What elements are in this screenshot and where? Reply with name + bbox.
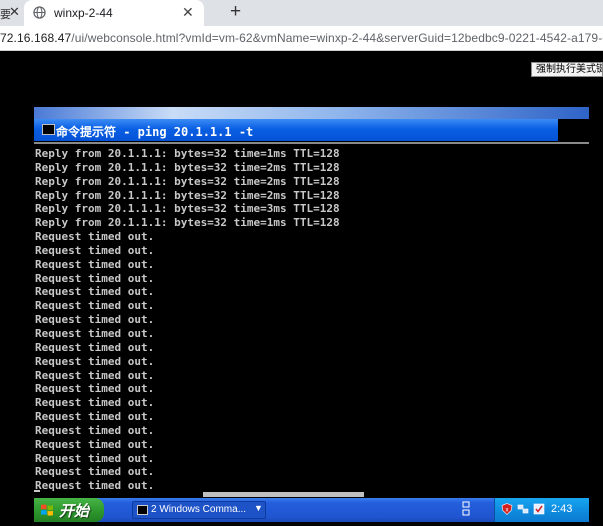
output-line: Request timed out. bbox=[35, 382, 155, 396]
plus-icon[interactable]: + bbox=[230, 1, 241, 23]
output-line: Reply from 20.1.1.1: bytes=32 time=3ms T… bbox=[35, 202, 340, 216]
browser-tab-previous[interactable]: 要 ✕ bbox=[0, 0, 24, 26]
output-line: Reply from 20.1.1.1: bytes=32 time=2ms T… bbox=[35, 174, 340, 188]
output-line: Reply from 20.1.1.1: bytes=32 time=1ms T… bbox=[35, 216, 340, 230]
taskbar-windows-command-group[interactable]: 2 Windows Comma... ▼ bbox=[132, 501, 266, 519]
output-line: Request timed out. bbox=[35, 285, 155, 299]
output-line: Reply from 20.1.1.1: bytes=32 time=1ms T… bbox=[35, 147, 340, 160]
window-title: 命令提示符 - ping 20.1.1.1 -t bbox=[56, 125, 254, 139]
horizontal-scrollbar[interactable] bbox=[203, 492, 364, 497]
svg-text:x: x bbox=[506, 507, 509, 513]
task-label: 2 Windows Comma... bbox=[151, 504, 247, 515]
output-line: Request timed out. bbox=[35, 396, 155, 410]
output-line: Request timed out. bbox=[35, 326, 155, 340]
shield-icon[interactable]: x bbox=[501, 503, 513, 515]
output-line: Request timed out. bbox=[35, 437, 155, 451]
output-line: Request timed out. bbox=[35, 243, 155, 257]
cmd-icon bbox=[137, 505, 148, 515]
address-bar[interactable]: 72.16.168.47/ui/webconsole.html?vmId=vm-… bbox=[0, 26, 603, 51]
language-bar-icon[interactable] bbox=[462, 499, 471, 519]
cmd-icon bbox=[42, 124, 55, 135]
windows-flag-icon bbox=[41, 504, 53, 516]
output-line: Request timed out. bbox=[35, 299, 155, 313]
globe-icon bbox=[33, 6, 46, 19]
command-output: Reply from 20.1.1.1: bytes=32 time=1ms T… bbox=[35, 147, 575, 493]
output-line: Reply from 20.1.1.1: bytes=32 time=2ms T… bbox=[35, 160, 340, 174]
output-line: Request timed out. bbox=[35, 410, 155, 424]
start-button[interactable]: 开始 bbox=[34, 498, 104, 522]
enforce-us-keyboard-button[interactable]: 强制执行美式键盘 bbox=[531, 62, 603, 77]
url-path: /ui/webconsole.html?vmId=vm-62&vmName=wi… bbox=[71, 31, 603, 45]
cmd-window-titlebar[interactable]: 命令提示符 - ping 20.1.1.1 -t bbox=[34, 119, 558, 141]
output-line: Request timed out. bbox=[35, 313, 155, 327]
close-icon[interactable]: ✕ bbox=[9, 4, 20, 20]
start-label: 开始 bbox=[59, 503, 90, 520]
tab-title: winxp-2-44 bbox=[54, 6, 113, 20]
browser-tabstrip: 要 ✕ winxp-2-44 ✕ + bbox=[0, 0, 603, 26]
output-line: Reply from 20.1.1.1: bytes=32 time=2ms T… bbox=[35, 188, 340, 202]
output-line: Request timed out. bbox=[35, 340, 155, 354]
output-line: Request timed out. bbox=[35, 451, 155, 465]
system-tray: x 2:43 bbox=[494, 498, 589, 522]
window-titlebar-edge bbox=[558, 119, 589, 143]
security-alert-icon[interactable] bbox=[533, 503, 545, 515]
text-cursor bbox=[34, 490, 40, 492]
close-icon[interactable]: ✕ bbox=[182, 4, 194, 21]
output-line: Request timed out. bbox=[35, 354, 155, 368]
chevron-down-icon: ▼ bbox=[254, 503, 263, 513]
url-text[interactable]: 72.16.168.47/ui/webconsole.html?vmId=vm-… bbox=[0, 31, 603, 45]
output-line: Request timed out. bbox=[35, 230, 155, 244]
window-top-frame bbox=[34, 107, 589, 119]
browser-tab-active[interactable]: winxp-2-44 ✕ bbox=[24, 0, 204, 26]
output-line: Request timed out. bbox=[35, 271, 155, 285]
url-host: 72.16.168.47 bbox=[0, 31, 72, 45]
output-line: Request timed out. bbox=[35, 423, 155, 437]
output-line: Request timed out. bbox=[35, 368, 155, 382]
network-icon[interactable] bbox=[517, 503, 529, 515]
output-line: Request timed out. bbox=[35, 257, 155, 271]
output-line: Request timed out. bbox=[35, 465, 155, 479]
window-divider bbox=[34, 142, 589, 144]
clock: 2:43 bbox=[551, 503, 573, 515]
